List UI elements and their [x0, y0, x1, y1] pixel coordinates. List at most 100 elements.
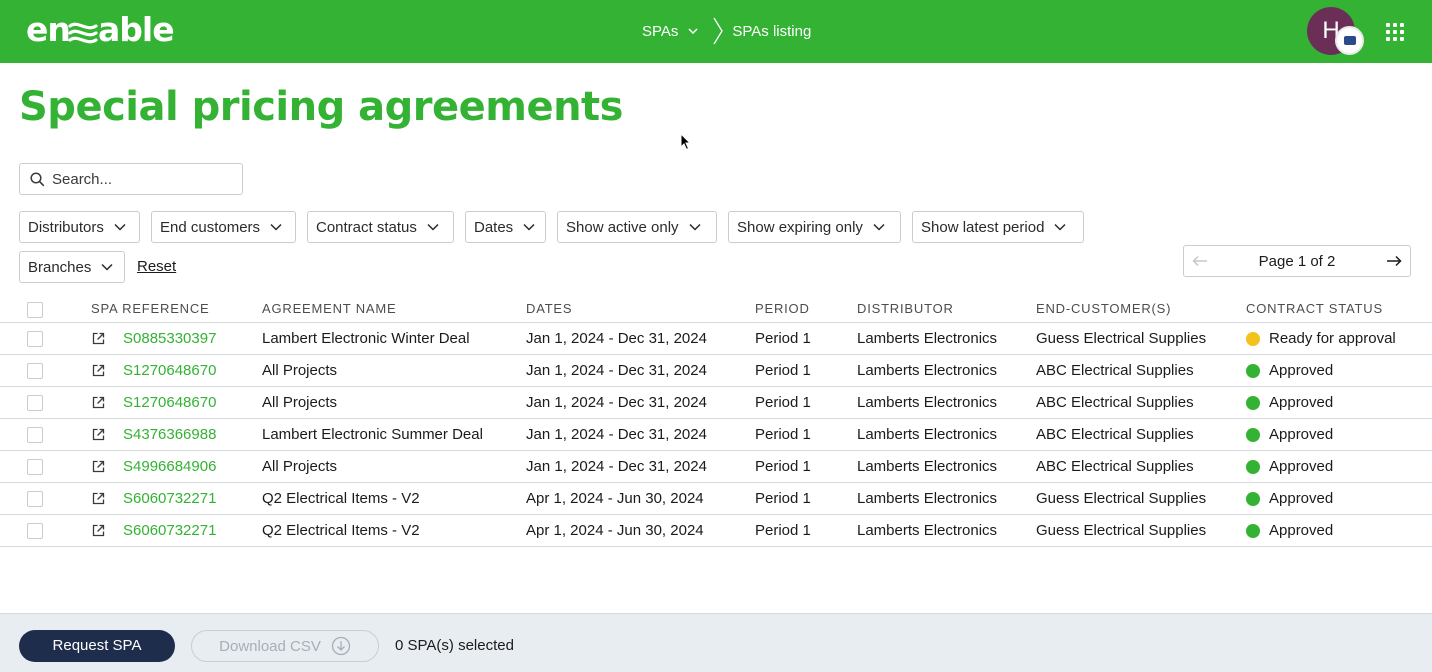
table-row[interactable]: S6060732271 Q2 Electrical Items - V2 Apr 1… — [0, 483, 1432, 515]
end-customer-name: ABC Electrical Supplies — [1036, 394, 1194, 411]
contract-status-text: Approved — [1269, 522, 1334, 539]
download-csv-label: Download CSV — [219, 637, 321, 655]
column-header-end-customers[interactable]: END-CUSTOMER(S) — [1036, 301, 1171, 316]
table-row[interactable]: S4996684906 All Projects Jan 1, 2024 - Dec… — [0, 451, 1432, 483]
contract-status-text: Approved — [1269, 394, 1334, 411]
end-customer-name: ABC Electrical Supplies — [1036, 458, 1194, 475]
table-row[interactable]: S1270648670 All Projects Jan 1, 2024 - Dec… — [0, 355, 1432, 387]
spa-reference-link[interactable]: S1270648670 — [123, 362, 216, 379]
end-customer-name: Guess Electrical Supplies — [1036, 330, 1207, 347]
spa-reference-link[interactable]: S6060732271 — [123, 522, 216, 539]
apps-grid-icon[interactable] — [1386, 23, 1404, 41]
row-checkbox[interactable] — [27, 395, 43, 411]
agreement-dates: Jan 1, 2024 - Dec 31, 2024 — [526, 394, 707, 411]
select-all-checkbox[interactable] — [27, 302, 43, 318]
distributor-name: Lamberts Electronics — [857, 394, 998, 411]
agreement-dates: Apr 1, 2024 - Jun 30, 2024 — [526, 490, 704, 507]
spa-reference-link[interactable]: S4376366988 — [123, 426, 216, 443]
agreement-name: Lambert Electronic Summer Deal — [262, 426, 483, 443]
open-external-icon[interactable] — [92, 524, 105, 537]
open-external-icon[interactable] — [92, 428, 105, 441]
chevron-down-icon — [873, 223, 885, 231]
chevron-down-icon — [1054, 223, 1066, 231]
arrow-left-icon[interactable] — [1192, 255, 1208, 267]
distributor-name: Lamberts Electronics — [857, 330, 998, 347]
spa-table: SPA REFERENCE AGREEMENT NAME DATES PERIO… — [0, 295, 1432, 547]
chevron-down-icon[interactable] — [688, 28, 698, 34]
show-latest-period-filter[interactable]: Show latest period — [912, 211, 1084, 243]
distributors-filter-label: Distributors — [28, 218, 104, 236]
search-input[interactable] — [52, 170, 222, 188]
agreement-period: Period 1 — [755, 330, 811, 347]
agreement-name: Q2 Electrical Items - V2 — [262, 490, 420, 507]
column-header-distributor[interactable]: DISTRIBUTOR — [857, 301, 954, 316]
table-body: S0885330397 Lambert Electronic Winter Dea… — [0, 323, 1432, 547]
agreement-dates: Jan 1, 2024 - Dec 31, 2024 — [526, 330, 707, 347]
status-indicator-icon — [1246, 428, 1260, 442]
agreement-dates: Apr 1, 2024 - Jun 30, 2024 — [526, 522, 704, 539]
agreement-name: All Projects — [262, 458, 338, 475]
row-checkbox[interactable] — [27, 331, 43, 347]
column-header-agreement-name[interactable]: AGREEMENT NAME — [262, 301, 396, 316]
branches-filter-label: Branches — [28, 258, 92, 276]
page-indicator: Page 1 of 2 — [1258, 252, 1336, 270]
spa-reference-link[interactable]: S0885330397 — [123, 330, 216, 347]
end-customer-name: ABC Electrical Supplies — [1036, 426, 1194, 443]
table-row[interactable]: S1270648670 All Projects Jan 1, 2024 - Dec… — [0, 387, 1432, 419]
table-row[interactable]: S0885330397 Lambert Electronic Winter Dea… — [0, 323, 1432, 355]
contract-status-text: Approved — [1269, 426, 1334, 443]
column-header-spa-reference[interactable]: SPA REFERENCE — [91, 301, 210, 316]
search-box — [19, 163, 243, 195]
row-checkbox[interactable] — [27, 459, 43, 475]
status-indicator-icon — [1246, 460, 1260, 474]
dates-filter-label: Dates — [474, 218, 514, 236]
row-checkbox[interactable] — [27, 491, 43, 507]
table-row[interactable]: S4376366988 Lambert Electronic Summer Dea… — [0, 419, 1432, 451]
end-customer-name: Guess Electrical Supplies — [1036, 490, 1207, 507]
arrow-right-icon[interactable] — [1386, 255, 1402, 267]
spa-reference-link[interactable]: S6060732271 — [123, 490, 216, 507]
branches-filter[interactable]: Branches — [19, 251, 125, 283]
agreement-period: Period 1 — [755, 362, 811, 379]
open-external-icon[interactable] — [92, 492, 105, 505]
show-active-only-filter-label: Show active only — [566, 218, 679, 236]
agreement-name: All Projects — [262, 394, 338, 411]
organization-badge-icon — [1335, 26, 1364, 55]
open-external-icon[interactable] — [92, 332, 105, 345]
status-indicator-icon — [1246, 492, 1260, 506]
open-external-icon[interactable] — [92, 460, 105, 473]
contract-status-filter[interactable]: Contract status — [307, 211, 454, 243]
status-indicator-icon — [1246, 396, 1260, 410]
table-row[interactable]: S6060732271 Q2 Electrical Items - V2 Apr 1… — [0, 515, 1432, 547]
row-checkbox[interactable] — [27, 427, 43, 443]
column-header-period[interactable]: PERIOD — [755, 301, 810, 316]
open-external-icon[interactable] — [92, 364, 105, 377]
column-header-contract-status[interactable]: CONTRACT STATUS — [1246, 301, 1383, 316]
chevron-down-icon — [114, 223, 126, 231]
breadcrumb-item-spas[interactable]: SPAs — [642, 23, 678, 40]
show-expiring-only-filter[interactable]: Show expiring only — [728, 211, 901, 243]
dates-filter[interactable]: Dates — [465, 211, 546, 243]
row-checkbox[interactable] — [27, 523, 43, 539]
download-csv-button[interactable]: Download CSV — [191, 630, 379, 662]
spa-reference-link[interactable]: S1270648670 — [123, 394, 216, 411]
enable-logo[interactable]: en able — [26, 10, 178, 50]
show-active-only-filter[interactable]: Show active only — [557, 211, 717, 243]
selected-count: 0 SPA(s) selected — [395, 637, 514, 654]
open-external-icon[interactable] — [92, 396, 105, 409]
spa-reference-link[interactable]: S4996684906 — [123, 458, 216, 475]
chevron-down-icon — [689, 223, 701, 231]
distributors-filter[interactable]: Distributors — [19, 211, 140, 243]
contract-status-text: Approved — [1269, 362, 1334, 379]
row-checkbox[interactable] — [27, 363, 43, 379]
agreement-period: Period 1 — [755, 394, 811, 411]
distributor-name: Lamberts Electronics — [857, 490, 998, 507]
contract-status-text: Approved — [1269, 490, 1334, 507]
end-customer-name: Guess Electrical Supplies — [1036, 522, 1207, 539]
request-spa-button[interactable]: Request SPA — [19, 630, 175, 662]
agreement-dates: Jan 1, 2024 - Dec 31, 2024 — [526, 426, 707, 443]
end-customers-filter[interactable]: End customers — [151, 211, 296, 243]
column-header-dates[interactable]: DATES — [526, 301, 572, 316]
chevron-down-icon — [101, 263, 113, 271]
reset-filters-link[interactable]: Reset — [137, 258, 176, 275]
